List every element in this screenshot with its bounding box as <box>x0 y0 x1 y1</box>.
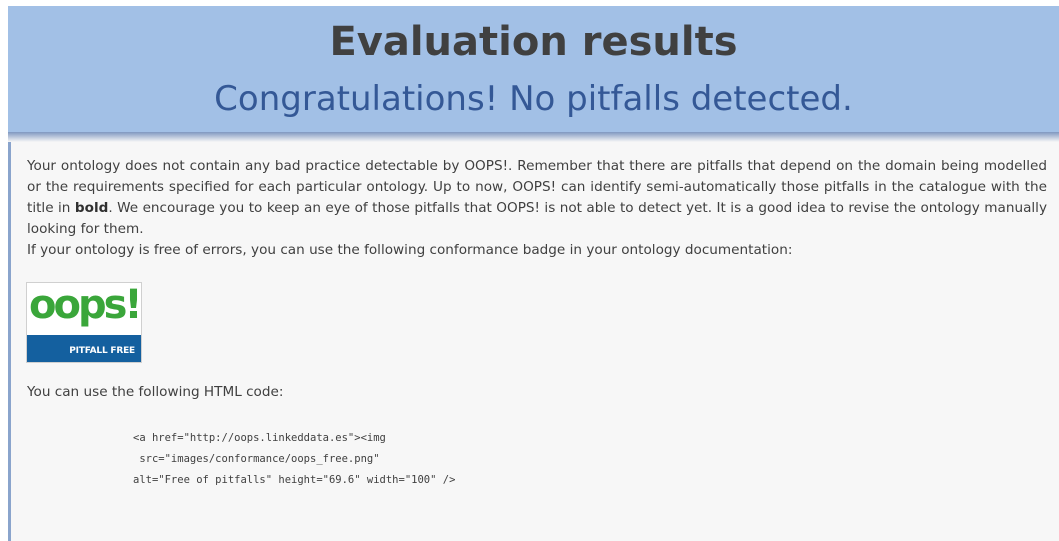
html-code-label: You can use the following HTML code: <box>27 384 284 400</box>
oops-logo: oops! <box>29 282 141 328</box>
header-shadow <box>8 132 1059 142</box>
page-title: Evaluation results <box>329 19 738 65</box>
oops-pitfall-free-badge: oops! PITFALL FREE <box>26 282 142 363</box>
description-text-2: . We encourage you to keep an eye of tho… <box>27 200 1047 237</box>
code-line-3[interactable]: alt="Free of pitfalls" height="69.6" wid… <box>133 474 455 486</box>
result-description: Your ontology does not contain any bad p… <box>27 156 1047 261</box>
description-bold: bold <box>74 200 109 216</box>
result-subtitle: Congratulations! No pitfalls detected. <box>214 79 853 119</box>
code-line-2[interactable]: src="images/conformance/oops_free.png" <box>133 453 379 465</box>
badge-caption: PITFALL FREE <box>69 346 135 356</box>
results-header: Evaluation results Congratulations! No p… <box>8 6 1059 132</box>
code-line-1[interactable]: <a href="http://oops.linkeddata.es"><img <box>133 432 386 444</box>
results-content: Your ontology does not contain any bad p… <box>8 142 1059 541</box>
badge-intro-text: If your ontology is free of errors, you … <box>27 242 793 258</box>
html-code-block[interactable]: <a href="http://oops.linkeddata.es"><img… <box>133 428 455 491</box>
